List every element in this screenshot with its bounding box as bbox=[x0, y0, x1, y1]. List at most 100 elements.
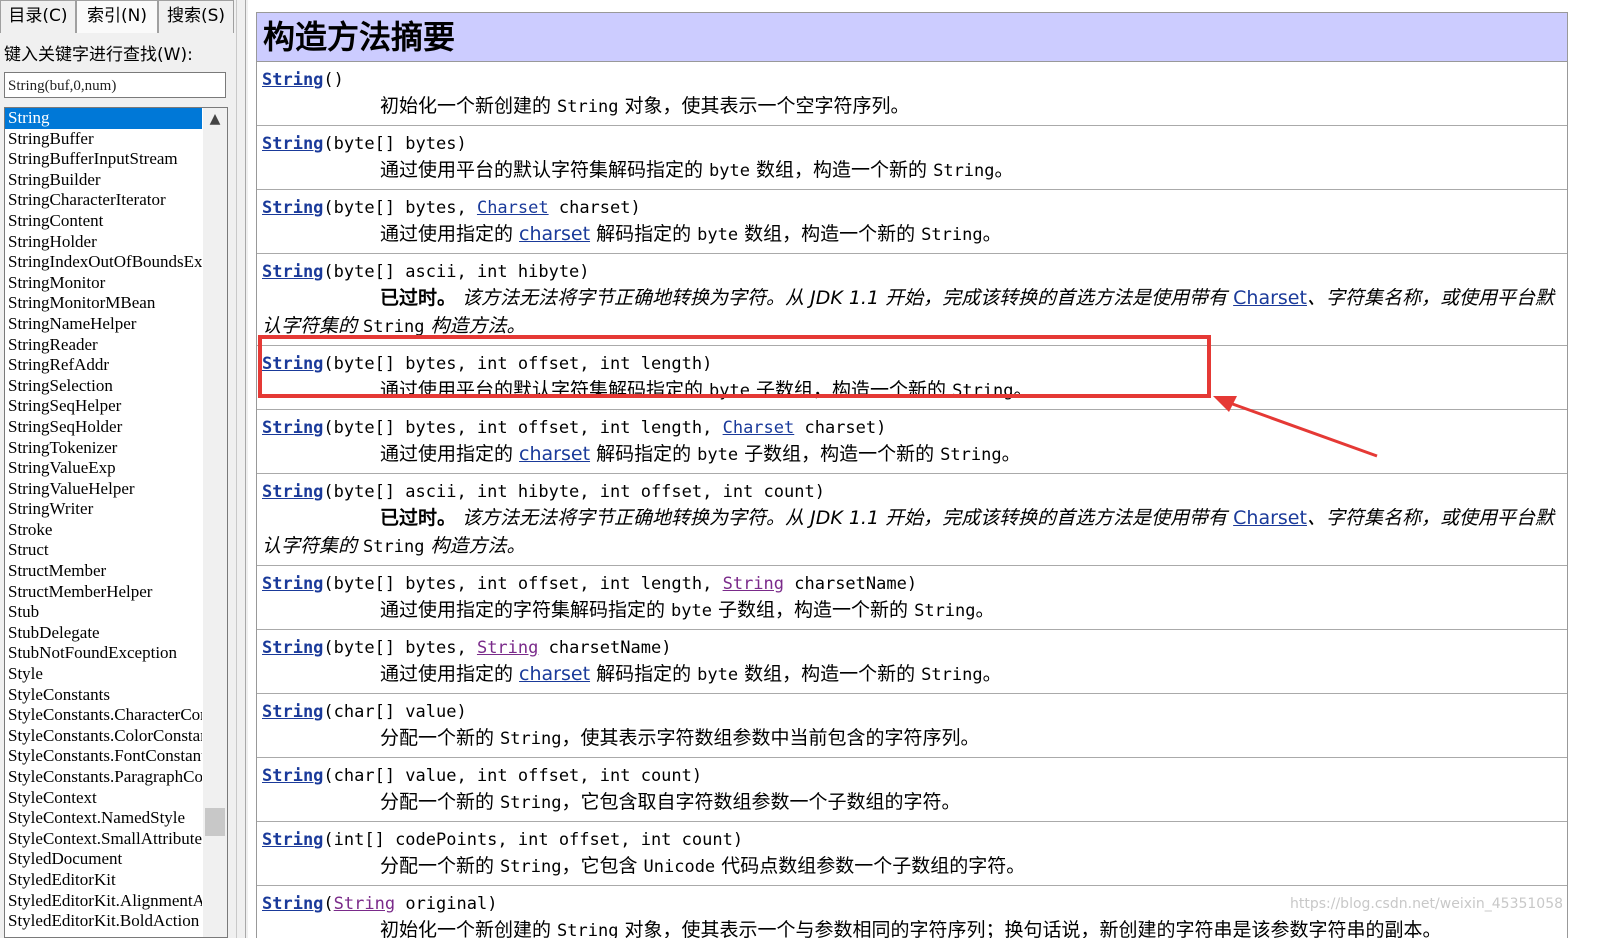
deprecated-note: 该方法无法将字节正确地转换为字符。从 JDK 1.1 开始，完成该转换的首选方法… bbox=[456, 507, 1234, 529]
list-item[interactable]: StringCharacterIterator bbox=[5, 190, 202, 211]
code-text: String bbox=[557, 97, 619, 117]
text: 数组，构造一个新的 bbox=[738, 663, 922, 685]
list-item[interactable]: StyleContext bbox=[5, 788, 202, 809]
scroll-up-icon[interactable]: ▲ bbox=[203, 111, 227, 131]
type-link[interactable]: String bbox=[334, 894, 395, 914]
tab-contents[interactable]: 目录(C) bbox=[0, 0, 76, 33]
tab-search[interactable]: 搜索(S) bbox=[158, 0, 234, 33]
constructor-link[interactable]: String bbox=[262, 198, 323, 218]
text: 分配一个新的 bbox=[380, 791, 501, 813]
constructor-link[interactable]: String bbox=[262, 134, 323, 154]
list-item[interactable]: String bbox=[5, 108, 202, 129]
list-item[interactable]: StyleConstants.ParagraphConstants bbox=[5, 767, 202, 788]
list-item[interactable]: StringReader bbox=[5, 335, 202, 356]
type-link[interactable]: Charset bbox=[723, 418, 795, 438]
text: 通过使用指定的 bbox=[380, 663, 520, 685]
type-link[interactable]: Charset bbox=[1233, 287, 1307, 309]
list-item[interactable]: StringContent bbox=[5, 211, 202, 232]
scroll-thumb[interactable] bbox=[205, 808, 225, 836]
constructor-link[interactable]: String bbox=[262, 638, 323, 658]
list-item[interactable]: StringBufferInputStream bbox=[5, 149, 202, 170]
list-item[interactable]: StringSelection bbox=[5, 376, 202, 397]
list-item[interactable]: StringIndexOutOfBoundsException bbox=[5, 252, 202, 273]
list-item[interactable]: Style bbox=[5, 664, 202, 685]
list-item[interactable]: StringWriter bbox=[5, 499, 202, 520]
constructor-link[interactable]: String bbox=[262, 894, 323, 914]
constructor-signature: String(char[] value) bbox=[262, 700, 1562, 724]
text: charsetName) bbox=[538, 638, 672, 658]
text: 子数组，构造一个新的 bbox=[738, 443, 941, 465]
type-link[interactable]: String bbox=[477, 638, 538, 658]
list-item[interactable]: StringMonitorMBean bbox=[5, 293, 202, 314]
constructor-description: 分配一个新的 String，它包含 Unicode 代码点数组参数一个子数组的字… bbox=[380, 852, 1562, 881]
list-item[interactable]: StringValueExp bbox=[5, 458, 202, 479]
constructor-link[interactable]: String bbox=[262, 482, 323, 502]
list-item[interactable]: StyledEditorKit.BoldAction bbox=[5, 911, 202, 932]
constructor-link[interactable]: String bbox=[262, 766, 323, 786]
keyword-input[interactable]: String(buf,0,num) bbox=[4, 72, 226, 98]
list-scrollbar[interactable]: ▲ bbox=[203, 108, 227, 937]
list-item[interactable]: StyleContext.NamedStyle bbox=[5, 808, 202, 829]
text: (byte[] ascii, int hibyte) bbox=[323, 262, 590, 282]
list-item[interactable]: StyleConstants.FontConstants bbox=[5, 746, 202, 767]
constructor-link[interactable]: String bbox=[262, 70, 323, 90]
list-item[interactable]: StringNameHelper bbox=[5, 314, 202, 335]
constructor-link[interactable]: String bbox=[262, 702, 323, 722]
constructor-link[interactable]: String bbox=[262, 830, 323, 850]
list-item[interactable]: StringBuffer bbox=[5, 129, 202, 150]
index-pane: 目录(C) 索引(N) 搜索(S) 键入关键字进行查找(W): String(b… bbox=[0, 0, 236, 938]
tab-index[interactable]: 索引(N) bbox=[76, 0, 158, 33]
type-link[interactable]: charset bbox=[519, 663, 590, 685]
list-item[interactable]: StructMember bbox=[5, 561, 202, 582]
constructor-signature: String(byte[] bytes, int offset, int len… bbox=[262, 572, 1562, 596]
code-text: String bbox=[363, 317, 425, 337]
text: (byte[] bytes, int offset, int length, bbox=[323, 574, 723, 594]
constructor-signature: String(int[] codePoints, int offset, int… bbox=[262, 828, 1562, 852]
constructor-description: 通过使用平台的默认字符集解码指定的 byte 数组，构造一个新的 String。 bbox=[380, 156, 1562, 185]
deprecated-note: 构造方法。 bbox=[424, 535, 526, 557]
text: (byte[] bytes) bbox=[323, 134, 467, 154]
annotation-arrow-icon bbox=[1213, 396, 1378, 458]
list-item[interactable]: StyleConstants.ColorConstants bbox=[5, 726, 202, 747]
list-item[interactable]: StringSeqHelper bbox=[5, 396, 202, 417]
text: 解码指定的 bbox=[590, 443, 698, 465]
table-row: String(int[] codePoints, int offset, int… bbox=[257, 822, 1567, 886]
class-index-list[interactable]: String StringBuffer StringBufferInputStrea… bbox=[4, 107, 228, 938]
text: (char[] value, int offset, int count) bbox=[323, 766, 703, 786]
list-item[interactable]: StringBuilder bbox=[5, 170, 202, 191]
list-item[interactable]: Stub bbox=[5, 602, 202, 623]
list-item[interactable]: StringTokenizer bbox=[5, 438, 202, 459]
list-item[interactable]: StringValueHelper bbox=[5, 479, 202, 500]
pane-splitter[interactable] bbox=[236, 0, 246, 938]
list-item[interactable]: StructMemberHelper bbox=[5, 582, 202, 603]
deprecated-note: 构造方法。 bbox=[424, 315, 526, 337]
list-item[interactable]: Stroke bbox=[5, 520, 202, 541]
constructor-link[interactable]: String bbox=[262, 262, 323, 282]
text: 通过使用指定的字符集解码指定的 bbox=[380, 599, 672, 621]
list-item[interactable]: StubDelegate bbox=[5, 623, 202, 644]
list-item[interactable]: StyledEditorKit bbox=[5, 870, 202, 891]
list-item[interactable]: StringHolder bbox=[5, 232, 202, 253]
list-item[interactable]: StringRefAddr bbox=[5, 355, 202, 376]
list-item[interactable]: StyleConstants.CharacterConstants bbox=[5, 705, 202, 726]
type-link[interactable]: charset bbox=[519, 443, 590, 465]
table-row: String(byte[] bytes, String charsetName)… bbox=[257, 630, 1567, 694]
constructor-link[interactable]: String bbox=[262, 574, 323, 594]
constructor-link[interactable]: String bbox=[262, 418, 323, 438]
list-item[interactable]: StringSeqHolder bbox=[5, 417, 202, 438]
list-item[interactable]: StyleConstants bbox=[5, 685, 202, 706]
text: 初始化一个新创建的 bbox=[380, 919, 558, 938]
text: charset) bbox=[548, 198, 641, 218]
list-item[interactable]: Struct bbox=[5, 540, 202, 561]
list-item[interactable]: StyledDocument bbox=[5, 849, 202, 870]
list-item[interactable]: StyleContext.SmallAttributeSet bbox=[5, 829, 202, 850]
constructor-signature: String(byte[] ascii, int hibyte, int off… bbox=[262, 480, 1562, 504]
list-item[interactable]: StringMonitor bbox=[5, 273, 202, 294]
type-link[interactable]: String bbox=[723, 574, 784, 594]
type-link[interactable]: Charset bbox=[477, 198, 549, 218]
list-item[interactable]: StubNotFoundException bbox=[5, 643, 202, 664]
text: 对象，使其表示一个与参数相同的字符序列；换句话说，新创建的字符串是该参数字符串的… bbox=[618, 919, 1442, 938]
type-link[interactable]: charset bbox=[519, 223, 590, 245]
list-item[interactable]: StyledEditorKit.AlignmentAction bbox=[5, 891, 202, 912]
type-link[interactable]: Charset bbox=[1233, 507, 1307, 529]
